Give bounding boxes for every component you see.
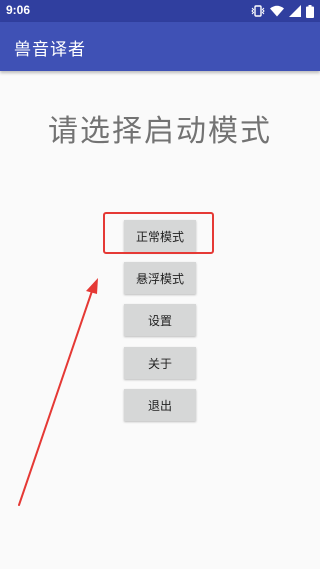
- status-bar: 9:06: [0, 0, 320, 22]
- normal-mode-button[interactable]: 正常模式: [124, 220, 196, 252]
- vibrate-icon: [251, 5, 265, 17]
- battery-icon: [306, 4, 314, 18]
- status-time: 9:06: [6, 3, 31, 17]
- app-bar: 兽音译者: [0, 22, 320, 71]
- wifi-icon: [270, 5, 284, 17]
- status-icons: [251, 4, 314, 18]
- app-title: 兽音译者: [14, 40, 86, 60]
- settings-button[interactable]: 设置: [124, 304, 196, 336]
- mode-prompt-title: 请选择启动模式: [48, 114, 272, 149]
- signal-icon: [289, 5, 301, 17]
- floating-mode-button[interactable]: 悬浮模式: [124, 262, 196, 294]
- exit-button[interactable]: 退出: [124, 389, 196, 421]
- about-button[interactable]: 关于: [124, 347, 196, 379]
- app-screen: 9:06 兽音译者 请选择启动模式 正常模式 悬浮模式 设置 关于 退出: [0, 0, 320, 569]
